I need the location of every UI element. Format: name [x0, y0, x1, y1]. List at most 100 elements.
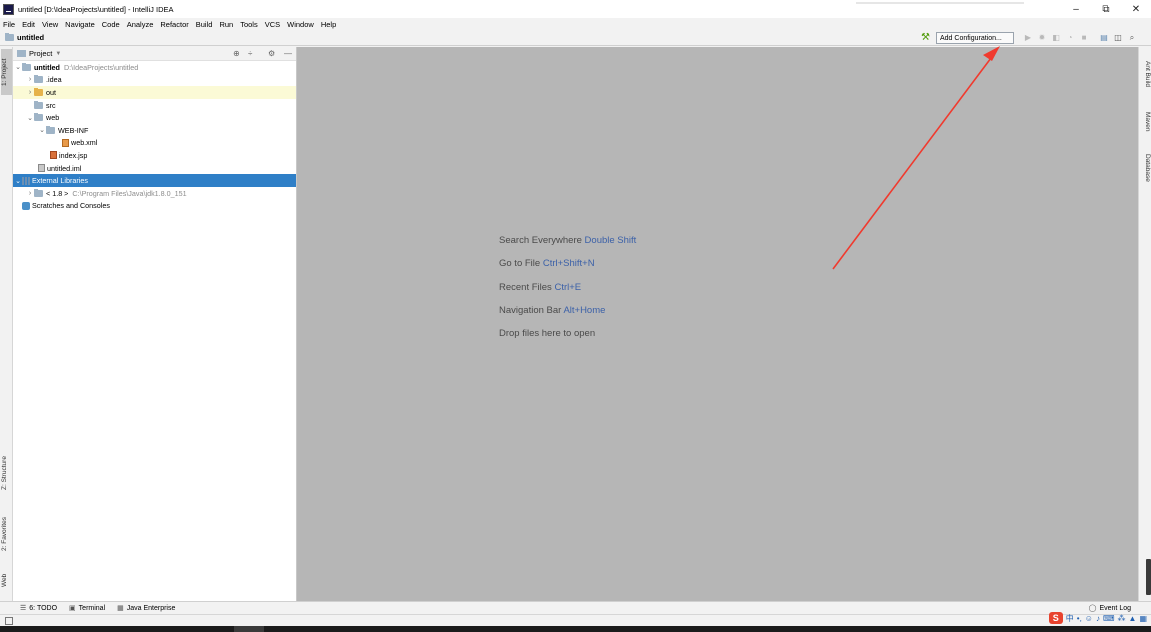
emoji-icon[interactable]: ☺ — [1085, 614, 1093, 623]
debug-icon[interactable]: ✹ — [1038, 34, 1046, 42]
tree-node-label: src — [46, 100, 56, 110]
coverage-icon[interactable]: ◧ — [1052, 34, 1060, 42]
tree-node-label: web — [46, 113, 60, 123]
menu-view[interactable]: View — [42, 20, 58, 29]
tab-terminal[interactable]: ▣ Terminal — [69, 604, 105, 613]
run-icon[interactable]: ▶ — [1024, 34, 1032, 42]
menu-analyze[interactable]: Analyze — [127, 20, 154, 29]
collapse-all-icon[interactable]: ÷ — [248, 49, 252, 58]
menu-edit[interactable]: Edit — [22, 20, 35, 29]
ime-logo[interactable]: S — [1048, 612, 1063, 624]
title-bar: untitled [D:\IdeaProjects\untitled] - In… — [0, 0, 1151, 18]
tab-event-log-label: Event Log — [1099, 604, 1131, 612]
tab-web[interactable]: Web — [1, 565, 12, 595]
menu-bar: File Edit View Navigate Code Analyze Ref… — [0, 18, 1151, 30]
tree-node-web-xml[interactable]: web.xml — [13, 137, 296, 150]
tree-node-web-inf[interactable]: ⌄ WEB-INF — [13, 124, 296, 137]
add-configuration-button[interactable]: Add Configuration... — [936, 32, 1014, 44]
tree-node-idea[interactable]: › .idea — [13, 74, 296, 87]
tree-node-untitled[interactable]: ⌄ untitled D:\IdeaProjects\untitled — [13, 61, 296, 74]
menu-tools[interactable]: Tools — [240, 20, 258, 29]
tab-web-label: Web — [1, 573, 8, 587]
hide-icon[interactable]: — — [284, 49, 292, 58]
toolbox-icon[interactable]: ▦ — [1139, 614, 1147, 623]
tree-node-label: Scratches and Consoles — [32, 201, 110, 211]
tab-java-enterprise[interactable]: ▦ Java Enterprise — [117, 604, 175, 613]
expand-arrow-icon[interactable]: ⌄ — [14, 177, 22, 185]
tree-node-out[interactable]: › out — [13, 86, 296, 99]
tree-node-web[interactable]: ⌄ web — [13, 111, 296, 124]
module-folder-icon — [22, 62, 31, 71]
tree-node-jdk[interactable]: › < 1.8 > C:\Program Files\Java\jdk1.8.0… — [13, 187, 296, 200]
memory-indicator[interactable] — [1146, 559, 1151, 595]
tab-maven[interactable]: Maven — [1140, 105, 1151, 139]
tab-favorites[interactable]: 2: Favorites — [1, 509, 12, 559]
scratches-icon — [22, 201, 30, 210]
hint-text: Drop files here to open — [499, 328, 596, 340]
tab-event-log[interactable]: ◯ Event Log — [1088, 604, 1131, 613]
tree-node-label: out — [46, 87, 56, 97]
collapse-arrow-icon[interactable]: › — [26, 190, 34, 197]
xml-file-icon — [62, 138, 69, 147]
expand-arrow-icon[interactable]: ⌄ — [26, 114, 34, 122]
tab-structure[interactable]: Z: Structure — [1, 449, 12, 497]
tree-node-scratches[interactable]: Scratches and Consoles — [13, 200, 296, 213]
expand-arrow-icon[interactable]: ⌄ — [14, 63, 22, 71]
tab-ant-build[interactable]: Ant Build — [1140, 53, 1151, 95]
build-hammer-icon[interactable]: ⚒ — [921, 33, 931, 43]
search-icon[interactable]: ⌕ — [1128, 34, 1136, 42]
stop-icon[interactable]: ■ — [1080, 34, 1088, 42]
menu-refactor[interactable]: Refactor — [160, 20, 188, 29]
gear-icon[interactable]: ⚙ — [268, 49, 275, 58]
folder-icon — [46, 125, 55, 134]
locate-icon[interactable]: ⊕ — [233, 49, 240, 58]
menu-vcs[interactable]: VCS — [265, 20, 280, 29]
hint-text: Navigation Bar — [499, 304, 562, 316]
maximize-button[interactable]: ⧉ — [1091, 0, 1121, 18]
chevron-down-icon[interactable]: ▼ — [55, 51, 61, 57]
taskbar-app[interactable] — [234, 626, 264, 632]
menu-help[interactable]: Help — [321, 20, 336, 29]
microphone-icon[interactable]: ♪ — [1096, 614, 1100, 623]
tree-node-src[interactable]: src — [13, 99, 296, 112]
hint-navigation-bar: Navigation Bar Alt+Home — [499, 305, 636, 328]
tree-node-untitled-iml[interactable]: untitled.iml — [13, 162, 296, 175]
project-view-selector[interactable]: Project — [29, 49, 52, 58]
editor-area[interactable]: Search Everywhere Double Shift Go to Fil… — [297, 47, 1138, 601]
right-tool-stripe: Ant Build Maven Database — [1138, 47, 1151, 601]
collapse-arrow-icon[interactable]: › — [26, 76, 34, 83]
tree-node-index-jsp[interactable]: index.jsp — [13, 149, 296, 162]
skin-icon[interactable]: ▲ — [1129, 614, 1137, 623]
project-structure-icon[interactable]: ▤ — [1100, 34, 1108, 42]
tab-todo[interactable]: ☰ 6: TODO — [20, 604, 57, 613]
menu-build[interactable]: Build — [196, 20, 213, 29]
folder-icon — [34, 75, 43, 84]
menu-navigate[interactable]: Navigate — [65, 20, 95, 29]
tree-node-external-libraries[interactable]: ⌄ External Libraries — [13, 174, 296, 187]
menu-run[interactable]: Run — [219, 20, 233, 29]
tree-node-label: untitled.iml — [47, 163, 82, 173]
project-view-icon — [17, 50, 26, 57]
hint-shortcut: Double Shift — [584, 235, 637, 246]
left-tool-stripe: 1: Project Z: Structure 2: Favorites Web — [0, 47, 13, 601]
layout-icon[interactable]: ◫ — [1114, 34, 1122, 42]
excluded-folder-icon — [34, 87, 43, 96]
expand-arrow-icon[interactable]: ⌄ — [38, 126, 46, 134]
minimize-button[interactable]: – — [1061, 0, 1091, 18]
settings-icon[interactable]: ⁂ — [1118, 614, 1126, 623]
punctuation-icon[interactable]: •, — [1077, 614, 1082, 623]
menu-code[interactable]: Code — [102, 20, 120, 29]
tab-project[interactable]: 1: Project — [1, 49, 12, 95]
event-log-icon: ◯ — [1088, 605, 1097, 612]
ime-language[interactable]: 中 — [1066, 613, 1074, 624]
menu-file[interactable]: File — [3, 20, 15, 29]
collapse-arrow-icon[interactable]: › — [26, 89, 34, 96]
close-button[interactable]: ✕ — [1121, 0, 1151, 18]
tree-node-label: web.xml — [71, 138, 98, 148]
menu-window[interactable]: Window — [287, 20, 314, 29]
toggle-tool-windows-icon[interactable] — [5, 617, 13, 625]
profile-icon[interactable]: ◔ — [1066, 34, 1074, 42]
keyboard-icon[interactable]: ⌨ — [1103, 614, 1115, 623]
breadcrumb[interactable]: untitled — [5, 33, 44, 42]
tab-database[interactable]: Database — [1140, 147, 1151, 189]
